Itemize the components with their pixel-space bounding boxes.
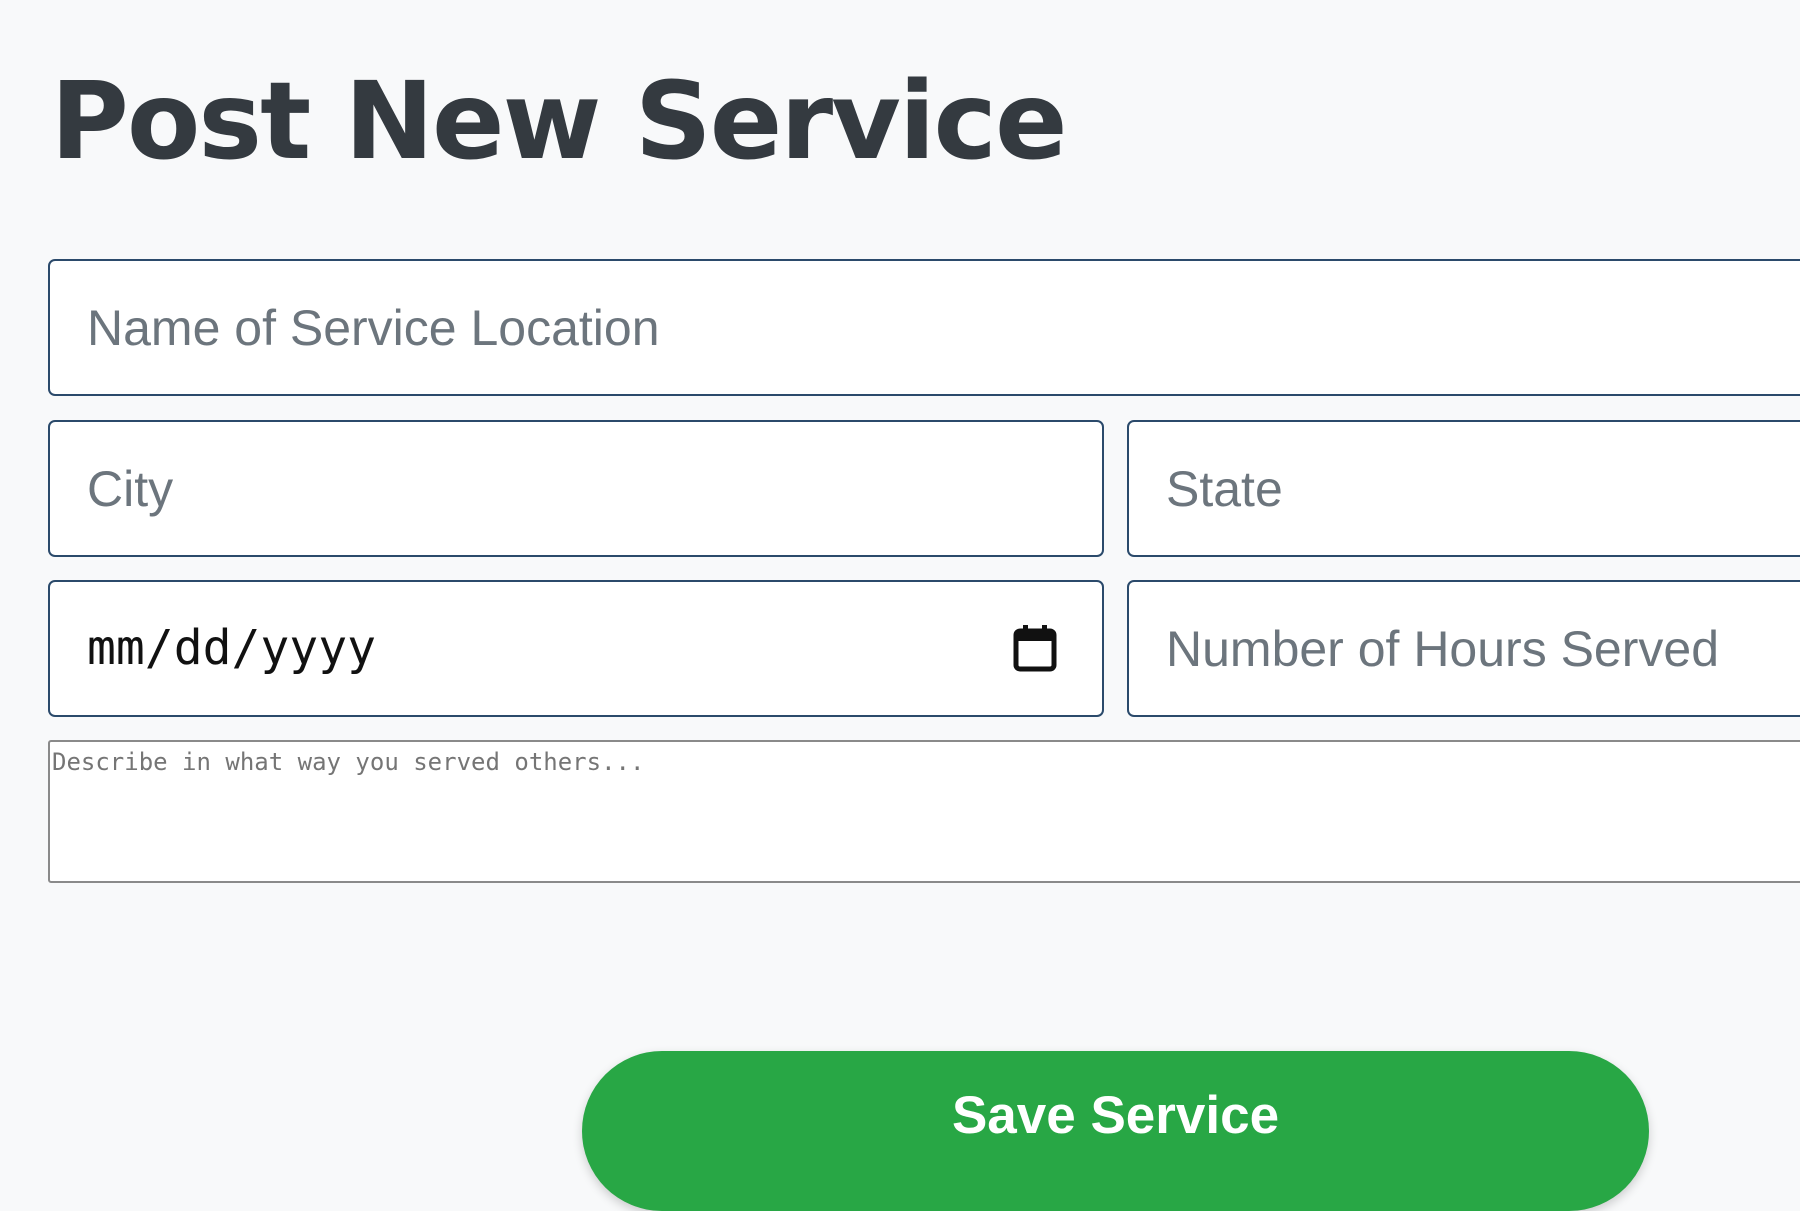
page-title: Post New Service	[50, 60, 1067, 184]
date-placeholder: mm/dd/yyyy	[87, 620, 376, 676]
state-input[interactable]	[1127, 420, 1800, 557]
calendar-icon[interactable]	[1012, 624, 1058, 672]
save-service-button[interactable]: Save Service	[582, 1051, 1649, 1211]
service-date-input[interactable]: mm/dd/yyyy	[48, 580, 1104, 717]
post-service-page: Post New Service mm/dd/yyyy Save Service	[0, 0, 1800, 1211]
hours-served-input[interactable]	[1127, 580, 1800, 717]
city-input[interactable]	[48, 420, 1104, 557]
service-location-input[interactable]	[48, 259, 1800, 396]
service-description-textarea[interactable]	[48, 740, 1800, 883]
